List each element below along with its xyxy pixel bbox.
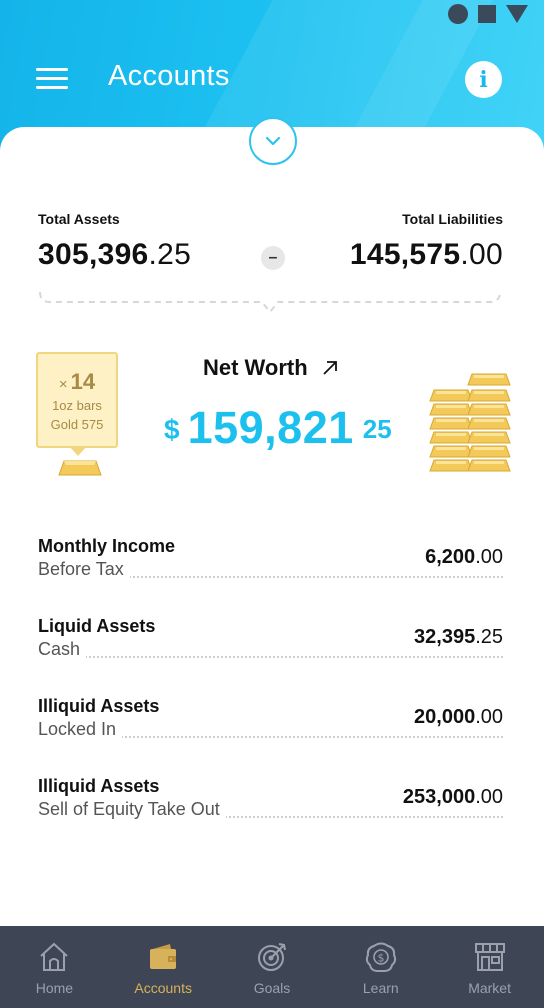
arrow-up-right-icon <box>323 361 337 375</box>
nav-label-market: Market <box>468 980 511 996</box>
nav-label-learn: Learn <box>362 980 399 996</box>
nav-label-accounts: Accounts <box>134 980 192 996</box>
collapse-toggle-button[interactable] <box>249 117 297 165</box>
wallet-icon <box>150 944 177 969</box>
account-value: 32,395.25 <box>414 626 503 649</box>
account-subtitle: Sell of Equity Take Out <box>38 799 226 820</box>
list-item[interactable]: Monthly Income Before Tax 6,200.00 <box>38 536 503 616</box>
store-icon <box>474 943 505 971</box>
target-icon <box>257 943 286 971</box>
total-liabilities-fraction: .00 <box>460 238 503 271</box>
account-title: Monthly Income <box>38 536 176 556</box>
list-item[interactable]: Liquid Assets Cash 32,395.25 <box>38 616 503 696</box>
gold-bars-unit: 1oz bars <box>52 398 102 413</box>
chevron-down-icon <box>265 136 281 146</box>
status-icons <box>448 4 528 24</box>
account-value-fraction: .00 <box>475 706 503 728</box>
total-liabilities-whole: 145,575 <box>349 238 461 271</box>
multiplier-symbol: × <box>58 376 68 393</box>
account-value: 253,000.00 <box>403 786 503 809</box>
account-value: 6,200.00 <box>425 546 503 569</box>
gold-bars-number: 14 <box>70 369 96 394</box>
status-bar <box>0 0 544 30</box>
account-value-whole: 20,000 <box>414 706 476 728</box>
net-worth-value: $ 159,821 25 <box>164 402 392 454</box>
total-assets-label: Total Assets <box>38 211 120 227</box>
nav-item-learn[interactable]: $ Learn <box>326 926 435 1008</box>
account-value-fraction: .00 <box>475 786 503 808</box>
info-icon: i <box>479 66 488 93</box>
gold-bars-badge: × 14 1oz bars Gold 575 <box>36 352 118 456</box>
home-icon <box>40 942 69 971</box>
accounts-list: Monthly Income Before Tax 6,200.00 Liqui… <box>38 536 503 856</box>
status-square-icon <box>478 5 496 23</box>
total-assets-fraction: .25 <box>148 238 192 271</box>
account-subtitle: Cash <box>38 639 87 660</box>
total-liabilities-value: 145,575.00 <box>350 238 503 272</box>
account-value-whole: 253,000 <box>402 786 476 808</box>
total-liabilities-label: Total Liabilities <box>402 211 503 227</box>
minus-icon: – <box>261 246 285 270</box>
bottom-nav: Home Accounts Goals $ Learn Market <box>0 926 544 1008</box>
account-title: Illiquid Assets <box>38 776 160 796</box>
account-title: Liquid Assets <box>38 616 156 636</box>
dotted-leader <box>38 656 503 658</box>
status-circle-icon <box>448 4 468 24</box>
nav-label-goals: Goals <box>253 980 291 996</box>
net-worth-label: Net Worth <box>203 355 308 380</box>
account-subtitle: Before Tax <box>38 559 130 580</box>
net-worth-link[interactable]: Net Worth <box>203 355 338 381</box>
gold-price: Gold 575 <box>50 417 104 432</box>
nav-item-home[interactable]: Home <box>0 926 109 1008</box>
menu-icon[interactable] <box>36 68 68 90</box>
account-title: Illiquid Assets <box>38 696 160 716</box>
nav-item-accounts[interactable]: Accounts <box>109 926 218 1008</box>
nav-item-goals[interactable]: Goals <box>218 926 327 1008</box>
nav-item-market[interactable]: Market <box>435 926 544 1008</box>
brain-dollar-icon: $ <box>365 942 396 972</box>
account-value-whole: 6,200 <box>425 546 476 568</box>
account-value: 20,000.00 <box>414 706 503 729</box>
net-worth-whole: 159,821 <box>187 402 354 453</box>
summary-bracket-divider <box>39 291 501 314</box>
accounts-screen: Accounts i Total Assets 305,396.25 – Tot… <box>0 0 544 1008</box>
svg-text:$: $ <box>377 952 384 965</box>
account-value-fraction: .25 <box>475 626 503 648</box>
list-item[interactable]: Illiquid Assets Locked In 20,000.00 <box>38 696 503 776</box>
net-worth-fraction: 25 <box>362 414 392 444</box>
list-item[interactable]: Illiquid Assets Sell of Equity Take Out … <box>38 776 503 856</box>
net-worth-currency: $ <box>164 414 180 445</box>
gold-stack-icon <box>429 373 511 472</box>
total-assets-whole: 305,396 <box>38 238 149 271</box>
account-value-fraction: .00 <box>475 546 503 568</box>
total-assets-value: 305,396.25 <box>38 238 191 272</box>
gold-bar-icon <box>58 460 102 476</box>
account-value-whole: 32,395 <box>414 626 476 648</box>
account-subtitle: Locked In <box>38 719 123 740</box>
nav-label-home: Home <box>35 980 74 996</box>
info-button[interactable]: i <box>465 61 502 98</box>
status-triangle-icon <box>506 5 528 23</box>
page-title: Accounts <box>108 60 230 92</box>
gold-bars-count: × 14 <box>38 369 116 395</box>
